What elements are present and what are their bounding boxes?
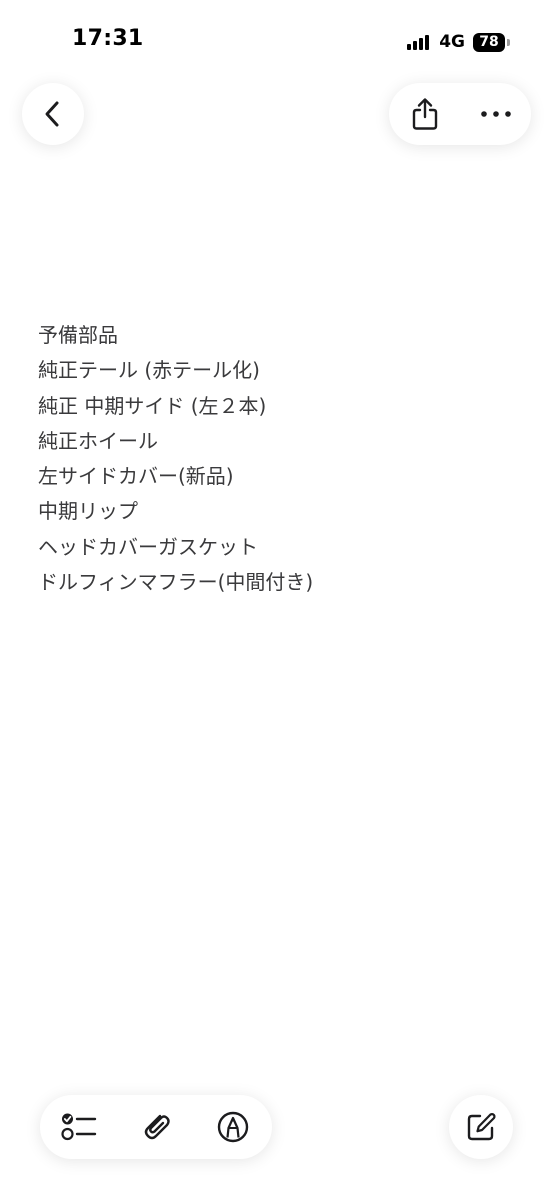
compose-button[interactable] (449, 1095, 513, 1159)
share-button[interactable] (389, 83, 460, 145)
note-line: 左サイドカバー(新品) (38, 464, 234, 489)
nav-actions (389, 83, 531, 145)
checklist-icon (61, 1113, 96, 1141)
compose-icon (467, 1112, 496, 1141)
paperclip-icon (144, 1114, 170, 1140)
note-line: 純正テール (赤テール化) (38, 358, 260, 383)
more-button[interactable] (460, 83, 531, 145)
status-indicators: 4G 78 (407, 31, 510, 53)
markup-pen-icon (218, 1111, 249, 1143)
ellipsis-icon (480, 111, 511, 117)
network-type: 4G (439, 32, 465, 52)
bottom-toolbar (40, 1095, 272, 1159)
markup-button[interactable] (201, 1095, 265, 1159)
back-button[interactable] (22, 83, 84, 145)
note-line: 純正ホイール (38, 428, 158, 453)
battery-nub (507, 38, 510, 46)
note-line: ヘッドカバーガスケット (38, 534, 258, 559)
note-line: 中期リップ (38, 499, 138, 524)
status-bar: 17:31 4G 78 (0, 0, 554, 80)
checklist-button[interactable] (47, 1095, 111, 1159)
note-body[interactable]: 予備部品 純正テール (赤テール化) 純正 中期サイド (左２本) 純正ホイール… (38, 318, 518, 600)
chevron-left-icon (45, 101, 59, 127)
note-line: ドルフィンマフラー(中間付き) (38, 570, 314, 595)
note-line: 予備部品 (38, 323, 118, 347)
battery-level: 78 (479, 34, 499, 50)
share-icon (412, 98, 437, 130)
signal-strength-icon (407, 34, 431, 50)
note-line: 純正 中期サイド (左２本) (38, 393, 267, 418)
status-time: 17:31 (72, 26, 144, 51)
battery-icon: 78 (473, 32, 505, 52)
attach-button[interactable] (124, 1095, 188, 1159)
